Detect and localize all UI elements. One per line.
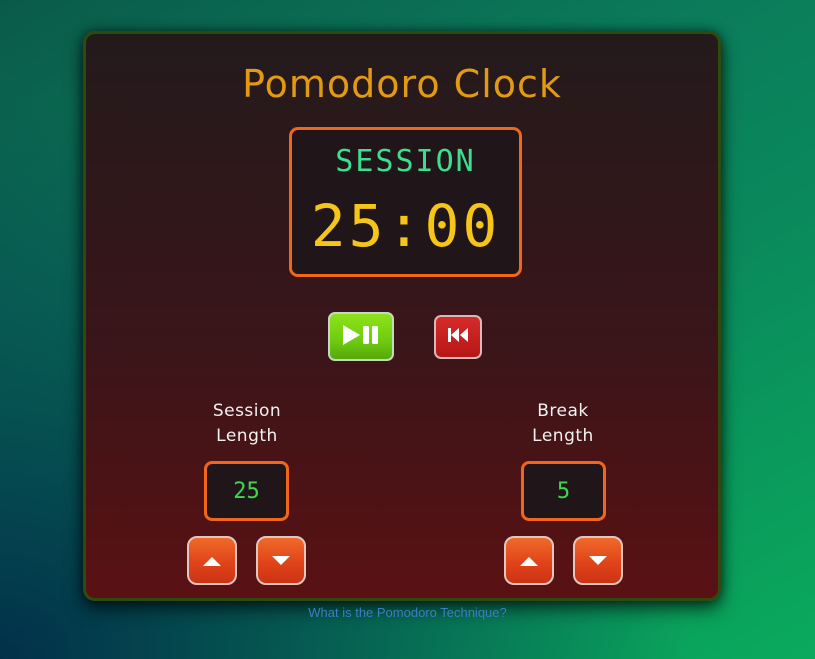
break-length-value: 5 <box>556 478 571 504</box>
pomodoro-technique-link[interactable]: What is the Pomodoro Technique? <box>0 605 815 620</box>
break-length-label: Break Length <box>532 401 594 446</box>
session-length-label: Session Length <box>212 401 282 446</box>
play-pause-button[interactable] <box>328 312 394 361</box>
session-length-value: 25 <box>233 478 260 504</box>
triangle-up-icon <box>203 551 221 570</box>
session-decrement-button[interactable] <box>256 536 306 585</box>
skip-back-icon <box>447 327 469 347</box>
timer-mode-label: SESSION <box>335 144 476 179</box>
triangle-up-icon <box>520 551 538 570</box>
pomodoro-card: Pomodoro Clock SESSION 25:00 Session Len… <box>83 31 721 601</box>
triangle-down-icon <box>272 551 290 570</box>
session-length-display: 25 <box>204 461 289 521</box>
reset-button[interactable] <box>434 315 482 359</box>
timer-display: SESSION 25:00 <box>289 127 522 277</box>
session-increment-button[interactable] <box>187 536 237 585</box>
break-decrement-button[interactable] <box>573 536 623 585</box>
triangle-down-icon <box>589 551 607 570</box>
break-length-display: 5 <box>521 461 606 521</box>
play-pause-icon <box>341 324 381 350</box>
timer-time: 25:00 <box>310 192 501 260</box>
app-title: Pomodoro Clock <box>242 62 562 106</box>
break-increment-button[interactable] <box>504 536 554 585</box>
